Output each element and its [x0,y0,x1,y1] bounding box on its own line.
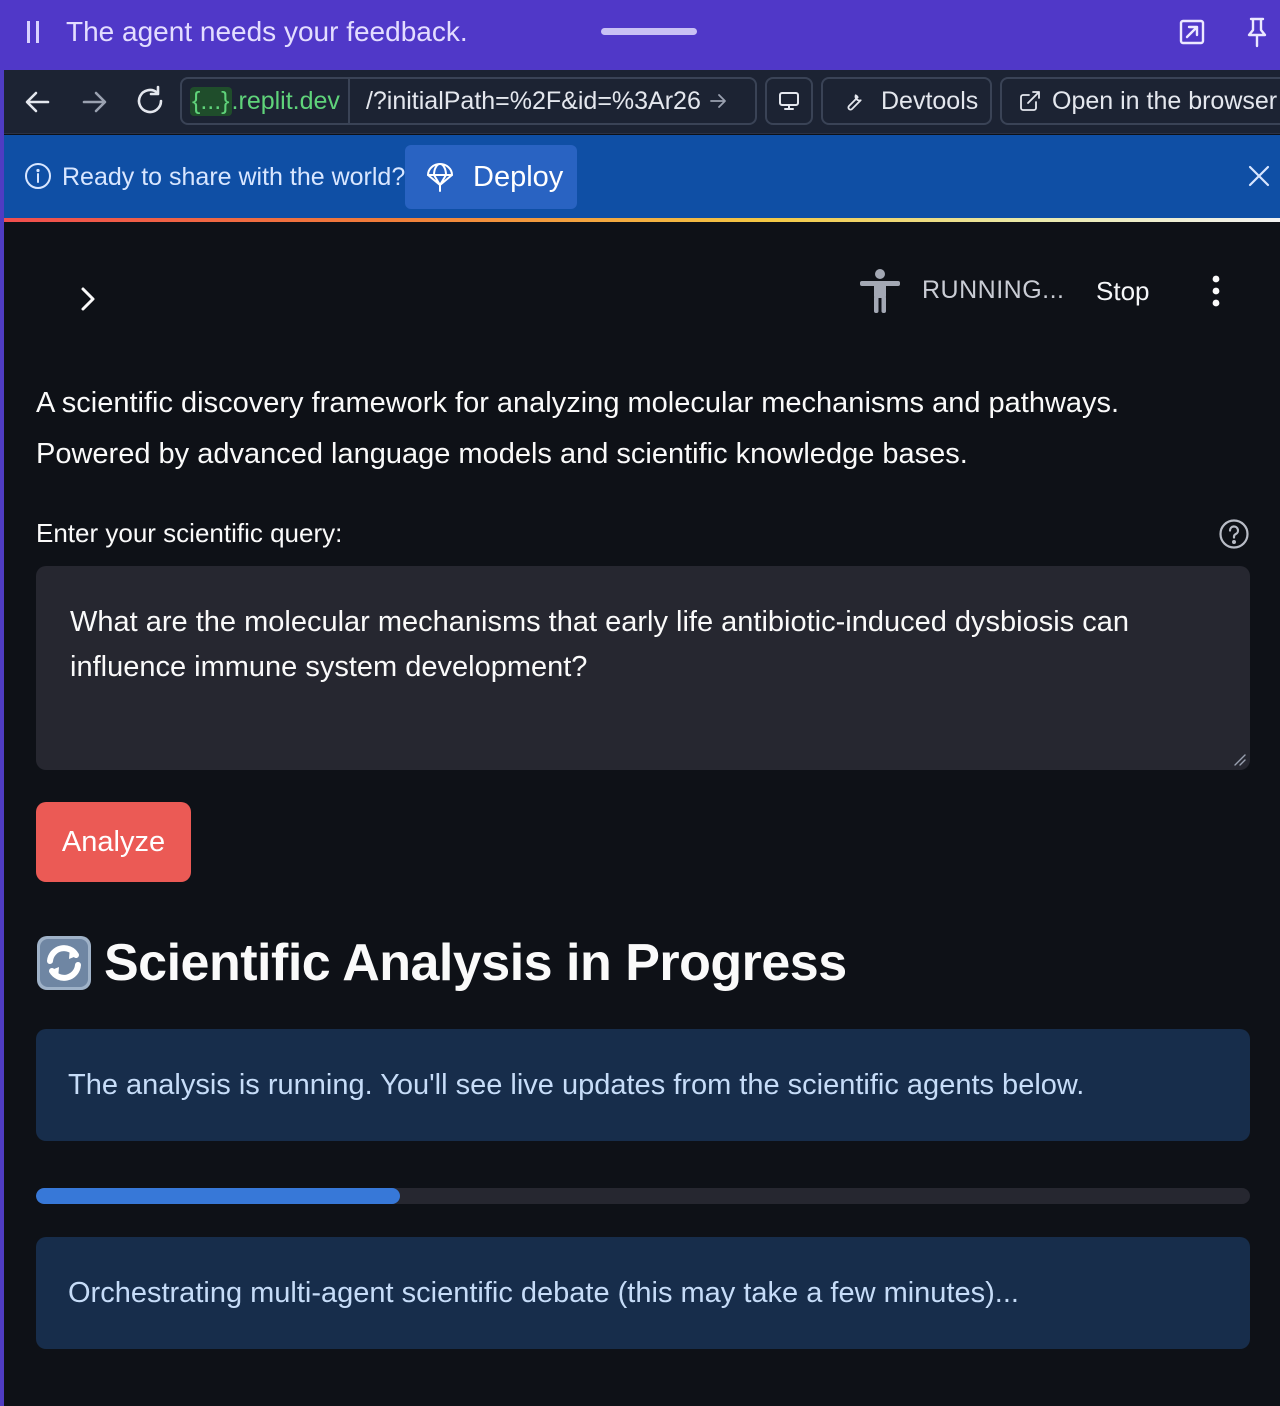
monitor-icon [779,92,799,110]
address-bar[interactable]: {...} .replit.dev /?initialPath=%2F&id=%3… [180,77,757,125]
deploy-banner: Ready to share with the world? Deploy [4,135,1280,218]
open-in-browser-button[interactable]: Open in the browser [1000,77,1280,125]
url-host: .replit.dev [231,86,340,115]
accessibility-icon [860,269,900,313]
help-icon[interactable] [1218,518,1250,550]
query-textarea[interactable]: What are the molecular mechanisms that e… [36,566,1250,770]
description-line-2: Powered by advanced language models and … [36,438,968,470]
url-path: /?initialPath=%2F&id=%3Ar26 [365,86,701,115]
drag-handle[interactable] [601,28,697,35]
deploy-banner-message: Ready to share with the world? [62,163,406,191]
query-label: Enter your scientific query: [36,518,343,548]
forward-icon[interactable] [76,84,112,120]
running-status: RUNNING... [922,276,1065,304]
info-alert-text: The analysis is running. You'll see live… [68,1068,1085,1101]
progress-title: Scientific Analysis in Progress [104,934,847,992]
progress-fill [36,1188,401,1204]
open-in-browser-label: Open in the browser [1052,86,1278,115]
close-icon[interactable] [1246,163,1272,189]
app-description: A scientific discovery framework for ana… [36,378,1236,480]
deploy-icon [427,163,453,192]
devtools-button[interactable]: Devtools [821,77,992,125]
deploy-button[interactable]: Deploy [405,145,577,209]
arrow-right-icon[interactable] [709,92,727,110]
kebab-menu-icon[interactable] [1206,274,1226,308]
browser-toolbar: {...} .replit.dev /?initialPath=%2F&id=%3… [4,70,1280,134]
progress-bar [36,1188,1250,1204]
deploy-label: Deploy [473,160,564,193]
status-alert: Orchestrating multi-agent scientific deb… [36,1237,1250,1349]
pause-icon[interactable] [27,21,41,43]
status-alert-text: Orchestrating multi-agent scientific deb… [68,1276,1019,1309]
wrench-icon [847,94,862,111]
progress-heading: Scientific Analysis in Progress [36,928,847,998]
description-line-1: A scientific discovery framework for ana… [36,387,1120,419]
url-braces: {...} [190,86,232,116]
app-content: RUNNING... Stop A scientific discovery f… [4,222,1280,1406]
popout-icon[interactable] [1176,16,1208,48]
reload-icon[interactable] [132,84,168,120]
external-link-icon [1020,91,1040,111]
devtools-label: Devtools [881,86,979,115]
query-text: What are the molecular mechanisms that e… [70,606,1129,683]
stop-button[interactable]: Stop [1096,276,1150,307]
url-domain: {...} .replit.dev [182,79,350,123]
info-alert: The analysis is running. You'll see live… [36,1029,1250,1141]
device-preview-button[interactable] [765,77,813,125]
analyze-button[interactable]: Analyze [36,802,191,882]
back-icon[interactable] [20,84,56,120]
pin-icon[interactable] [1242,16,1272,48]
refresh-icon [37,936,91,990]
chevron-right-icon[interactable] [76,284,100,314]
info-icon [25,163,51,189]
feedback-message: The agent needs your feedback. [66,16,468,47]
resize-grip-icon[interactable] [1232,752,1246,766]
feedback-bar: The agent needs your feedback. [0,0,1280,70]
